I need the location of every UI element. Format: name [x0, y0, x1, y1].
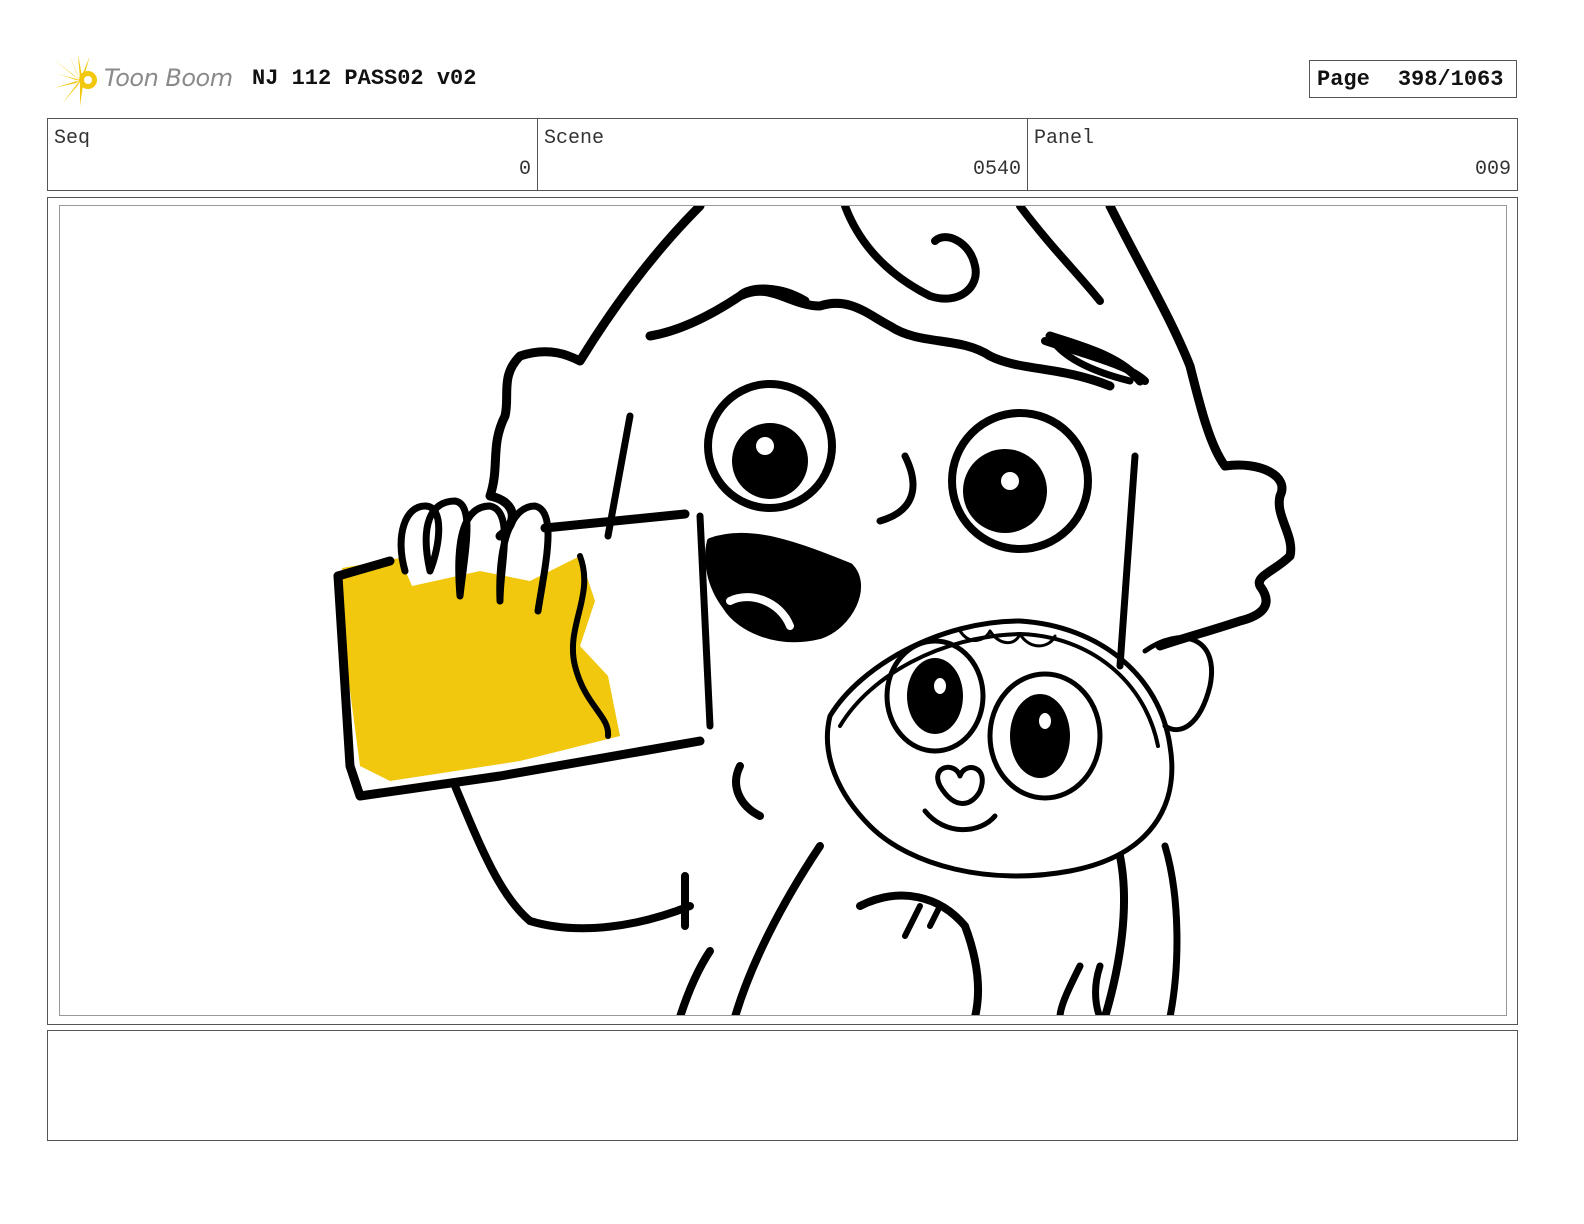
logo-wordmark: Toon Boom — [104, 64, 233, 92]
page-number: 398/1063 — [1397, 66, 1504, 92]
panel-canvas — [59, 205, 1507, 1016]
scene-value: 0540 — [972, 158, 1021, 181]
page-indicator: Page 398/1063 — [1309, 60, 1517, 98]
panel-cell: Panel 009 — [1028, 119, 1517, 190]
notes-box — [47, 1030, 1518, 1141]
left-eye-pupil — [732, 423, 808, 499]
panel-value: 009 — [1474, 158, 1511, 181]
mouth — [705, 532, 862, 643]
document-title: NJ 112 PASS02 v02 — [252, 66, 477, 91]
seq-value: 0 — [518, 158, 531, 181]
monkey-ear — [1142, 635, 1214, 733]
page-label: Page — [1317, 66, 1370, 92]
arm — [451, 782, 694, 933]
scene-label: Scene — [544, 127, 605, 150]
seq-label: Seq — [54, 127, 91, 150]
monkey-head — [824, 618, 1175, 879]
panel-label: Panel — [1034, 127, 1095, 150]
body-lines — [676, 762, 1128, 1015]
hair-curl — [841, 206, 980, 303]
monkey-nose — [935, 764, 985, 806]
shot-info-row: Seq 0 Scene 0540 Panel 009 — [47, 118, 1518, 191]
storyboard-panel — [47, 197, 1518, 1025]
nose — [876, 452, 917, 525]
seq-cell: Seq 0 — [48, 119, 538, 190]
right-eye-pupil — [963, 449, 1047, 533]
sketch-drawing — [333, 206, 1296, 1015]
scene-cell: Scene 0540 — [538, 119, 1028, 190]
face-line — [604, 412, 1139, 730]
starburst-icon — [52, 52, 97, 106]
